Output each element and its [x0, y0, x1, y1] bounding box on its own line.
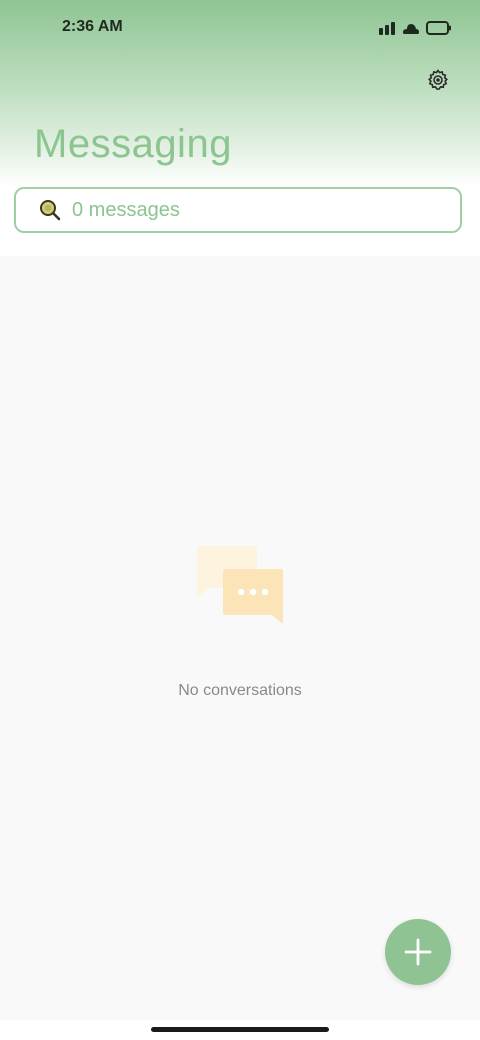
- cloud-icon: [403, 24, 419, 34]
- empty-state-text: No conversations: [178, 682, 302, 699]
- home-indicator[interactable]: [151, 1027, 329, 1032]
- status-time: 2:36 AM: [62, 18, 123, 35]
- search-bar[interactable]: 0 messages: [14, 187, 462, 233]
- gear-icon: [428, 69, 448, 90]
- battery-icon: [426, 21, 451, 35]
- status-icons: [378, 18, 452, 38]
- settings-button[interactable]: [424, 66, 452, 94]
- search-icon: [38, 198, 62, 222]
- plus-icon: [404, 938, 432, 966]
- chat-bubbles-icon: [197, 546, 283, 624]
- status-bar: 2:36 AM: [0, 0, 480, 56]
- page-title: Messaging: [34, 122, 232, 166]
- signal-icon: [379, 22, 395, 35]
- search-placeholder: 0 messages: [72, 198, 180, 221]
- new-conversation-button[interactable]: [385, 919, 451, 985]
